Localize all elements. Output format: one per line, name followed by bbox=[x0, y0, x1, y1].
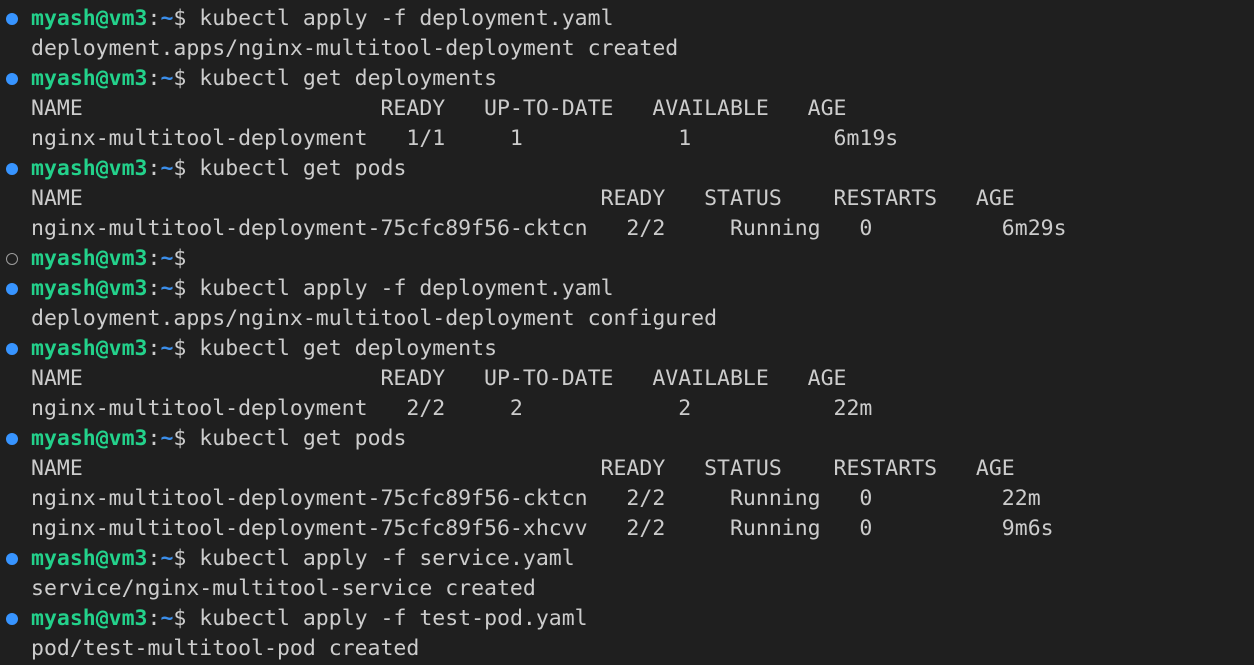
prompt-path: ~ bbox=[160, 426, 174, 451]
prompt-user: myash@vm3 bbox=[31, 246, 148, 271]
command-text: kubectl get pods bbox=[186, 426, 407, 451]
command-decoration-empty-icon[interactable] bbox=[6, 253, 18, 265]
output-text: nginx-multitool-deployment 2/2 2 2 22m bbox=[31, 396, 873, 421]
command-text: kubectl apply -f service.yaml bbox=[186, 546, 575, 571]
command-line: myash@vm3:~$ kubectl get deployments bbox=[0, 64, 1254, 94]
command-decoration-success-icon[interactable] bbox=[6, 343, 18, 355]
command-decoration-success-icon[interactable] bbox=[6, 73, 18, 85]
prompt-symbol: $ bbox=[173, 66, 187, 91]
output-line: deployment.apps/nginx-multitool-deployme… bbox=[0, 304, 1254, 334]
command-decoration-success-icon[interactable] bbox=[6, 13, 18, 25]
output-line: NAME READY STATUS RESTARTS AGE bbox=[0, 184, 1254, 214]
output-line: nginx-multitool-deployment 2/2 2 2 22m bbox=[0, 394, 1254, 424]
command-decoration-success-icon[interactable] bbox=[6, 283, 18, 295]
output-line: nginx-multitool-deployment-75cfc89f56-ck… bbox=[0, 484, 1254, 514]
prompt-user: myash@vm3 bbox=[31, 66, 148, 91]
output-text: deployment.apps/nginx-multitool-deployme… bbox=[31, 306, 718, 331]
command-text: kubectl apply -f deployment.yaml bbox=[186, 6, 614, 31]
command-text: kubectl apply -f deployment.yaml bbox=[186, 276, 614, 301]
prompt-separator: : bbox=[147, 66, 161, 91]
prompt-user: myash@vm3 bbox=[31, 336, 148, 361]
prompt-separator: : bbox=[147, 606, 161, 631]
prompt-symbol: $ bbox=[173, 276, 187, 301]
prompt-separator: : bbox=[147, 276, 161, 301]
output-text: pod/test-multitool-pod created bbox=[31, 636, 420, 661]
prompt-path: ~ bbox=[160, 606, 174, 631]
output-text: nginx-multitool-deployment-75cfc89f56-ck… bbox=[31, 486, 1041, 511]
command-line: myash@vm3:~$ bbox=[0, 244, 1254, 274]
output-line: pod/test-multitool-pod created bbox=[0, 634, 1254, 664]
command-text: kubectl apply -f test-pod.yaml bbox=[186, 606, 588, 631]
command-line: myash@vm3:~$ kubectl apply -f deployment… bbox=[0, 274, 1254, 304]
output-text: NAME READY UP-TO-DATE AVAILABLE AGE bbox=[31, 366, 847, 391]
prompt-path: ~ bbox=[160, 6, 174, 31]
prompt-path: ~ bbox=[160, 336, 174, 361]
prompt-symbol: $ bbox=[173, 156, 187, 181]
prompt-user: myash@vm3 bbox=[31, 276, 148, 301]
output-line: deployment.apps/nginx-multitool-deployme… bbox=[0, 34, 1254, 64]
command-decoration-success-icon[interactable] bbox=[6, 433, 18, 445]
command-decoration-success-icon[interactable] bbox=[6, 553, 18, 565]
prompt-path: ~ bbox=[160, 156, 174, 181]
prompt-separator: : bbox=[147, 246, 161, 271]
command-text: kubectl get deployments bbox=[186, 336, 498, 361]
output-text: nginx-multitool-deployment-75cfc89f56-ck… bbox=[31, 216, 1067, 241]
command-line: myash@vm3:~$ kubectl get pods bbox=[0, 154, 1254, 184]
prompt-symbol: $ bbox=[173, 6, 187, 31]
command-line: myash@vm3:~$ kubectl get pods bbox=[0, 424, 1254, 454]
output-line: nginx-multitool-deployment-75cfc89f56-ck… bbox=[0, 214, 1254, 244]
command-line: myash@vm3:~$ kubectl apply -f test-pod.y… bbox=[0, 604, 1254, 634]
command-line: myash@vm3:~$ kubectl apply -f service.ya… bbox=[0, 544, 1254, 574]
output-text: NAME READY UP-TO-DATE AVAILABLE AGE bbox=[31, 96, 847, 121]
output-text: service/nginx-multitool-service created bbox=[31, 576, 536, 601]
prompt-user: myash@vm3 bbox=[31, 6, 148, 31]
prompt-symbol: $ bbox=[173, 246, 187, 271]
prompt-separator: : bbox=[147, 546, 161, 571]
output-line: NAME READY STATUS RESTARTS AGE bbox=[0, 454, 1254, 484]
prompt-separator: : bbox=[147, 6, 161, 31]
command-line: myash@vm3:~$ kubectl get deployments bbox=[0, 334, 1254, 364]
prompt-path: ~ bbox=[160, 66, 174, 91]
command-decoration-success-icon[interactable] bbox=[6, 613, 18, 625]
prompt-separator: : bbox=[147, 156, 161, 181]
prompt-path: ~ bbox=[160, 276, 174, 301]
output-text: nginx-multitool-deployment 1/1 1 1 6m19s bbox=[31, 126, 899, 151]
prompt-separator: : bbox=[147, 426, 161, 451]
prompt-symbol: $ bbox=[173, 426, 187, 451]
output-line: nginx-multitool-deployment-75cfc89f56-xh… bbox=[0, 514, 1254, 544]
output-line: nginx-multitool-deployment 1/1 1 1 6m19s bbox=[0, 124, 1254, 154]
command-line: myash@vm3:~$ kubectl apply -f deployment… bbox=[0, 4, 1254, 34]
prompt-symbol: $ bbox=[173, 606, 187, 631]
prompt-user: myash@vm3 bbox=[31, 426, 148, 451]
prompt-user: myash@vm3 bbox=[31, 606, 148, 631]
output-text: NAME READY STATUS RESTARTS AGE bbox=[31, 186, 1015, 211]
command-text: kubectl get pods bbox=[186, 156, 407, 181]
prompt-user: myash@vm3 bbox=[31, 156, 148, 181]
output-text: nginx-multitool-deployment-75cfc89f56-xh… bbox=[31, 516, 1054, 541]
prompt-path: ~ bbox=[160, 546, 174, 571]
prompt-symbol: $ bbox=[173, 546, 187, 571]
command-text: kubectl get deployments bbox=[186, 66, 498, 91]
output-line: NAME READY UP-TO-DATE AVAILABLE AGE bbox=[0, 364, 1254, 394]
output-text: deployment.apps/nginx-multitool-deployme… bbox=[31, 36, 679, 61]
prompt-user: myash@vm3 bbox=[31, 546, 148, 571]
prompt-path: ~ bbox=[160, 246, 174, 271]
prompt-symbol: $ bbox=[173, 336, 187, 361]
output-line: service/nginx-multitool-service created bbox=[0, 574, 1254, 604]
command-decoration-success-icon[interactable] bbox=[6, 163, 18, 175]
output-line: NAME READY UP-TO-DATE AVAILABLE AGE bbox=[0, 94, 1254, 124]
prompt-separator: : bbox=[147, 336, 161, 361]
terminal-panel[interactable]: myash@vm3:~$ kubectl apply -f deployment… bbox=[0, 0, 1254, 665]
output-text: NAME READY STATUS RESTARTS AGE bbox=[31, 456, 1015, 481]
